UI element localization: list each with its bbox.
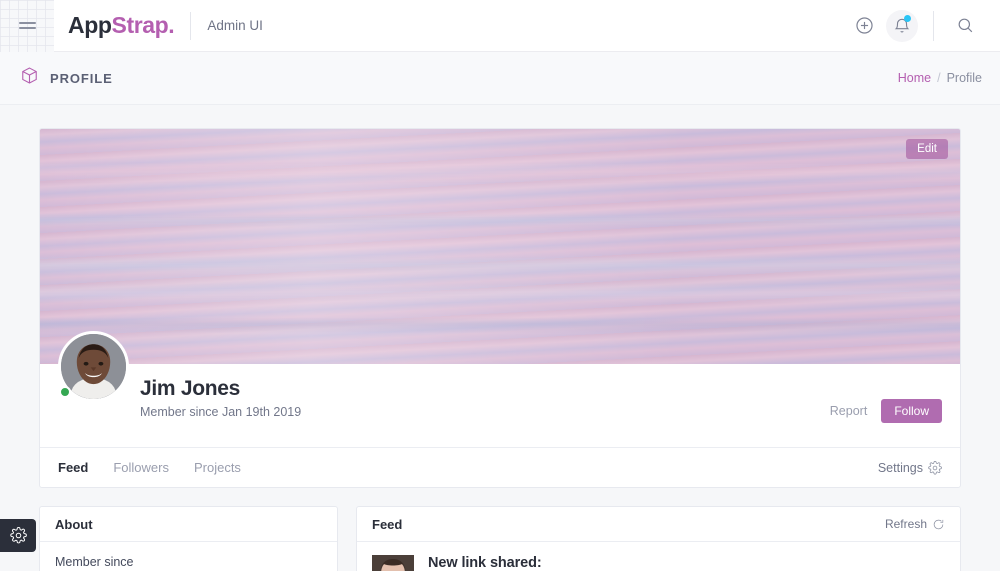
- tab-followers[interactable]: Followers: [113, 460, 169, 475]
- cube-icon: [20, 66, 39, 90]
- avatar-wrapper: [58, 331, 129, 402]
- plus-circle-icon: [855, 17, 873, 34]
- gear-icon: [9, 527, 27, 544]
- about-card-title: About: [55, 516, 93, 532]
- hamburger-icon: [18, 19, 36, 32]
- refresh-icon: [933, 519, 944, 529]
- profile-card: Edit Jim Jones Member since Jan 19th 201…: [39, 128, 961, 488]
- feed-card: Feed Refresh New link shared:: [356, 506, 961, 571]
- top-navbar: AppStrap. Admin UI: [0, 0, 1000, 52]
- breadcrumb-home[interactable]: Home: [898, 71, 931, 85]
- tab-projects[interactable]: Projects: [194, 460, 241, 475]
- feed-item-title: New link shared:: [428, 555, 542, 571]
- about-card-header: About: [40, 507, 337, 542]
- page-title: PROFILE: [50, 70, 113, 86]
- about-card-body: Member since since Jan 19th 2019: [40, 542, 337, 571]
- profile-text-group: Jim Jones Member since Jan 19th 2019: [140, 377, 301, 419]
- navbar-actions: [845, 0, 1000, 52]
- breadcrumb: Home / Profile: [898, 71, 982, 85]
- feed-card-title: Feed: [372, 516, 403, 532]
- notification-dot: [904, 14, 911, 22]
- add-button[interactable]: [848, 10, 880, 42]
- notifications-button[interactable]: [886, 9, 918, 42]
- feed-list-item[interactable]: New link shared: 4 hours ago: [372, 555, 945, 571]
- navbar-divider: [933, 10, 934, 41]
- about-card: About Member since since Jan 19th 2019: [39, 506, 338, 571]
- follow-button[interactable]: Follow: [881, 399, 942, 423]
- feed-refresh-button[interactable]: Refresh: [885, 517, 945, 531]
- search-button[interactable]: [949, 10, 981, 42]
- profile-settings-label: Settings: [877, 460, 923, 475]
- profile-settings-link[interactable]: Settings: [878, 461, 942, 475]
- online-status-dot: [59, 386, 71, 398]
- feed-item-text: New link shared: 4 hours ago: [428, 555, 542, 571]
- brand-name-second: Strap.: [111, 12, 175, 38]
- brand-divider: [190, 11, 192, 40]
- main-content: Edit Jim Jones Member since Jan 19th 201…: [0, 105, 1000, 571]
- report-link[interactable]: Report: [830, 404, 868, 418]
- gear-icon: [928, 460, 942, 474]
- about-member-since-label: Member since: [55, 555, 134, 569]
- bottom-cards-row: About Member since since Jan 19th 2019 F…: [39, 506, 961, 571]
- profile-tabs-row: Feed Followers Projects Settings: [40, 447, 960, 487]
- brand-logo[interactable]: AppStrap.: [68, 12, 175, 39]
- profile-name: Jim Jones: [140, 377, 241, 400]
- page-title-group: PROFILE: [20, 66, 113, 90]
- feed-item-thumbnail: [372, 555, 414, 571]
- page-header: PROFILE Home / Profile: [0, 52, 1000, 105]
- banner-streak-overlay: [40, 129, 960, 364]
- feed-card-header: Feed Refresh: [357, 507, 960, 542]
- profile-member-since: Member since Jan 19th 2019: [140, 405, 302, 419]
- profile-body: Jim Jones Member since Jan 19th 2019 Rep…: [40, 331, 960, 447]
- floating-settings-button[interactable]: [0, 519, 36, 552]
- breadcrumb-current: Profile: [946, 71, 982, 85]
- sub-brand-label: Admin UI: [207, 18, 263, 33]
- profile-actions: Report Follow: [830, 399, 942, 423]
- search-icon: [958, 18, 972, 33]
- hamburger-menu-button[interactable]: [0, 0, 54, 52]
- tab-feed[interactable]: Feed: [58, 460, 88, 475]
- feed-refresh-label: Refresh: [884, 517, 927, 531]
- brand-area: AppStrap. Admin UI: [54, 0, 263, 52]
- feed-card-body: New link shared: 4 hours ago: [357, 542, 960, 571]
- breadcrumb-separator: /: [937, 71, 941, 85]
- edit-banner-button[interactable]: Edit: [906, 139, 948, 159]
- profile-banner-image: Edit: [40, 129, 960, 364]
- profile-tabs: Feed Followers Projects: [58, 460, 241, 475]
- brand-name-first: App: [68, 12, 112, 38]
